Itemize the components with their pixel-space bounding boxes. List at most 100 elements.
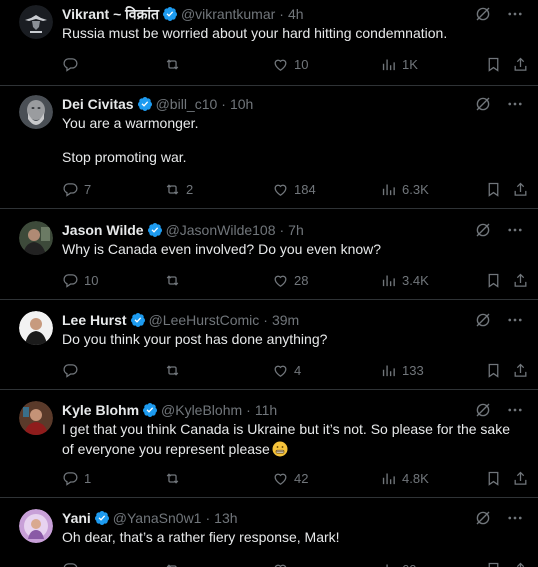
verified-badge-icon — [142, 402, 158, 418]
statue-avatar — [19, 95, 53, 129]
reply-button[interactable]: 1 — [62, 468, 91, 488]
tweet-header: Jason Wilde @JasonWilde108 · 7h — [62, 221, 468, 239]
tweet-lee-hurst[interactable]: Lee Hurst @LeeHurstComic · 39m Do you th… — [0, 300, 538, 390]
bookmark-button[interactable] — [485, 179, 502, 199]
display-name[interactable]: Vikrant ~ विक्रांत — [62, 5, 159, 23]
timestamp[interactable]: 13h — [214, 509, 237, 527]
person-avatar — [19, 221, 53, 255]
tweet-jason-wilde[interactable]: Jason Wilde @JasonWilde108 · 7h Why is C… — [0, 209, 538, 300]
tweet-top-icons — [474, 509, 524, 527]
display-name[interactable]: Dei Civitas — [62, 95, 134, 113]
reply-button[interactable] — [62, 360, 84, 380]
display-name[interactable]: Kyle Blohm — [62, 401, 139, 419]
like-button[interactable] — [272, 559, 294, 567]
more-icon[interactable] — [506, 5, 524, 23]
bookmark-button[interactable] — [485, 559, 502, 567]
reply-count: 1 — [84, 470, 92, 486]
grok-icon[interactable] — [474, 509, 492, 527]
reply-count: 10 — [84, 272, 99, 288]
more-icon[interactable] — [506, 221, 524, 239]
reply-button[interactable]: 7 — [62, 179, 91, 199]
retweet-button[interactable] — [164, 270, 186, 290]
heart-icon — [274, 473, 287, 485]
reply-icon — [63, 273, 78, 288]
more-icon[interactable] — [506, 401, 524, 419]
views-button[interactable]: 133 — [380, 360, 424, 380]
bookmark-button[interactable] — [485, 54, 502, 74]
display-name[interactable]: Yani — [62, 509, 91, 527]
retweet-icon — [166, 58, 179, 70]
like-button[interactable]: 184 — [272, 179, 316, 199]
views-button[interactable]: 6.3K — [380, 179, 429, 199]
avatar[interactable] — [19, 311, 53, 345]
display-name[interactable]: Lee Hurst — [62, 311, 127, 329]
tweet-text: You are a warmonger. Stop promoting war. — [62, 113, 524, 167]
grok-icon[interactable] — [474, 5, 492, 23]
heart-icon — [274, 275, 287, 287]
timestamp[interactable]: 11h — [255, 401, 277, 419]
share-button[interactable] — [512, 360, 529, 380]
tweet-header: Dei Civitas @bill_c10 · 10h — [62, 95, 468, 113]
more-icon[interactable] — [506, 95, 524, 113]
timestamp[interactable]: 39m — [272, 311, 299, 329]
like-button[interactable]: 42 — [272, 468, 308, 488]
tweet-actions: 10 1K — [62, 54, 528, 74]
like-count: 42 — [294, 470, 309, 486]
person-avatar — [19, 401, 53, 435]
share-icon — [514, 471, 527, 485]
views-button[interactable]: 3.4K — [380, 270, 429, 290]
bookmark-icon — [488, 562, 499, 567]
avatar[interactable] — [19, 509, 53, 543]
reply-button[interactable]: 10 — [62, 270, 98, 290]
share-button[interactable] — [512, 54, 529, 74]
bookmark-button[interactable] — [485, 270, 502, 290]
views-button[interactable]: 60 — [380, 559, 416, 567]
tweet-vikrant[interactable]: Vikrant ~ विक्रांत @vikrantkumar · 4h Ru… — [0, 0, 538, 86]
reply-button[interactable] — [62, 54, 84, 74]
share-button[interactable] — [512, 270, 529, 290]
grok-icon[interactable] — [474, 311, 492, 329]
user-handle[interactable]: @vikrantkumar — [181, 5, 275, 23]
display-name[interactable]: Jason Wilde — [62, 221, 144, 239]
tweet-top-icons — [474, 221, 524, 239]
like-button[interactable]: 28 — [272, 270, 308, 290]
timestamp[interactable]: 10h — [230, 95, 253, 113]
views-button[interactable]: 4.8K — [380, 468, 429, 488]
grok-icon[interactable] — [474, 221, 492, 239]
share-button[interactable] — [512, 179, 529, 199]
tweet-yani[interactable]: Yani @YanaSn0w1 · 13h Oh dear, that’s a … — [0, 498, 538, 567]
reply-icon — [63, 57, 78, 72]
tweet-kyle-blohm[interactable]: Kyle Blohm @KyleBlohm · 11h I get that y… — [0, 390, 538, 498]
avatar[interactable] — [19, 5, 53, 39]
person-avatar — [19, 311, 53, 345]
reply-button[interactable] — [62, 559, 84, 567]
retweet-button[interactable] — [164, 559, 186, 567]
like-button[interactable]: 10 — [272, 54, 308, 74]
more-icon[interactable] — [506, 311, 524, 329]
retweet-button[interactable] — [164, 468, 186, 488]
share-button[interactable] — [512, 559, 529, 567]
grok-icon[interactable] — [474, 401, 492, 419]
bookmark-button[interactable] — [485, 468, 502, 488]
share-button[interactable] — [512, 468, 529, 488]
user-handle[interactable]: @bill_c10 — [156, 95, 218, 113]
user-handle[interactable]: @YanaSn0w1 — [113, 509, 202, 527]
user-handle[interactable]: @JasonWilde108 — [166, 221, 276, 239]
user-handle[interactable]: @KyleBlohm — [161, 401, 242, 419]
grok-icon[interactable] — [474, 95, 492, 113]
views-icon — [382, 275, 395, 286]
avatar[interactable] — [19, 95, 53, 129]
timestamp[interactable]: 7h — [288, 221, 304, 239]
retweet-button[interactable] — [164, 360, 186, 380]
like-button[interactable]: 4 — [272, 360, 301, 380]
timestamp[interactable]: 4h — [288, 5, 304, 23]
retweet-button[interactable]: 2 — [164, 179, 193, 199]
avatar[interactable] — [19, 221, 53, 255]
user-handle[interactable]: @LeeHurstComic — [149, 311, 260, 329]
avatar[interactable] — [19, 401, 53, 435]
more-icon[interactable] — [506, 509, 524, 527]
bookmark-button[interactable] — [485, 360, 502, 380]
tweet-dei-civitas[interactable]: Dei Civitas @bill_c10 · 10h You are a wa… — [0, 86, 538, 209]
retweet-button[interactable] — [164, 54, 186, 74]
views-button[interactable]: 1K — [380, 54, 418, 74]
